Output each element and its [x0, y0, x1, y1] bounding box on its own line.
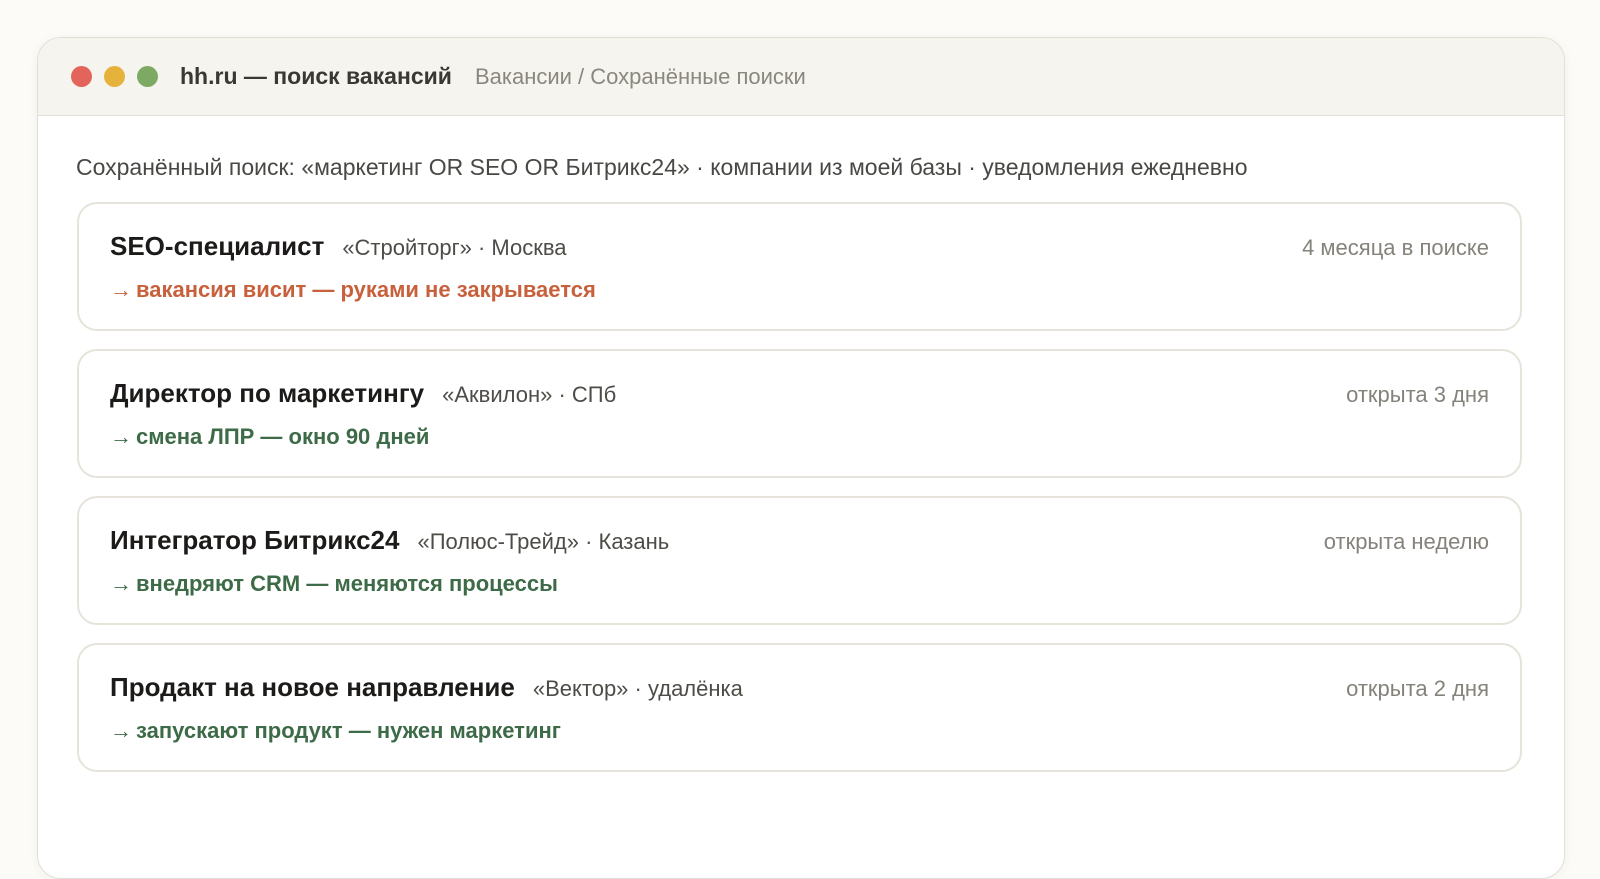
- vacancy-title[interactable]: Интегратор Битрикс24: [110, 525, 399, 555]
- maximize-window-button[interactable]: [137, 66, 158, 87]
- vacancy-title[interactable]: Продакт на новое направление: [110, 672, 515, 702]
- vacancy-signal: смена ЛПР — окно 90 дней: [136, 424, 430, 449]
- title-bar: hh.ru — поиск вакансий Вакансии / Сохран…: [38, 38, 1564, 116]
- vacancy-age: открыта 3 дня: [1346, 382, 1489, 407]
- arrow-right-icon: →: [110, 424, 132, 449]
- browser-window: hh.ru — поиск вакансий Вакансии / Сохран…: [37, 37, 1565, 879]
- vacancy-card[interactable]: Директор по маркетингу «Аквилон» · СПб от…: [77, 349, 1522, 478]
- arrow-right-icon: →: [110, 277, 132, 302]
- vacancy-card[interactable]: Продакт на новое направление «Вектор» · у…: [77, 643, 1522, 772]
- vacancy-company-location: «Полюс-Трейд» · Казань: [417, 529, 670, 554]
- arrow-right-icon: →: [110, 718, 132, 743]
- close-window-button[interactable]: [71, 66, 92, 87]
- vacancy-company-location: «Аквилон» · СПб: [442, 382, 617, 407]
- vacancy-signal: вакансия висит — руками не закрывается: [136, 277, 596, 302]
- vacancy-signal: запускают продукт — нужен маркетинг: [136, 718, 561, 743]
- app-title: hh.ru — поиск вакансий: [180, 63, 452, 89]
- vacancy-title[interactable]: Директор по маркетингу: [110, 378, 424, 408]
- arrow-right-icon: →: [110, 571, 132, 596]
- breadcrumb[interactable]: Вакансии / Сохранённые поиски: [475, 64, 806, 90]
- minimize-window-button[interactable]: [104, 66, 125, 87]
- vacancy-list: SEO-специалист «Стройторг» · Москва 4 мес…: [77, 202, 1525, 772]
- saved-search-description: Сохранённый поиск: «маркетинг OR SEO OR …: [76, 154, 1248, 180]
- vacancy-signal: внедряют CRM — меняются процессы: [136, 571, 558, 596]
- main-content: Сохранённый поиск: «маркетинг OR SEO OR …: [38, 116, 1564, 772]
- vacancy-card[interactable]: SEO-специалист «Стройторг» · Москва 4 мес…: [77, 202, 1522, 331]
- vacancy-age: открыта неделю: [1323, 529, 1489, 554]
- vacancy-company-location: «Стройторг» · Москва: [342, 235, 567, 260]
- vacancy-title[interactable]: SEO-специалист: [110, 231, 324, 261]
- vacancy-age: 4 месяца в поиске: [1302, 235, 1489, 260]
- vacancy-company-location: «Вектор» · удалёнка: [532, 676, 743, 701]
- vacancy-age: открыта 2 дня: [1346, 676, 1489, 701]
- vacancy-card[interactable]: Интегратор Битрикс24 «Полюс-Трейд» · Каза…: [77, 496, 1522, 625]
